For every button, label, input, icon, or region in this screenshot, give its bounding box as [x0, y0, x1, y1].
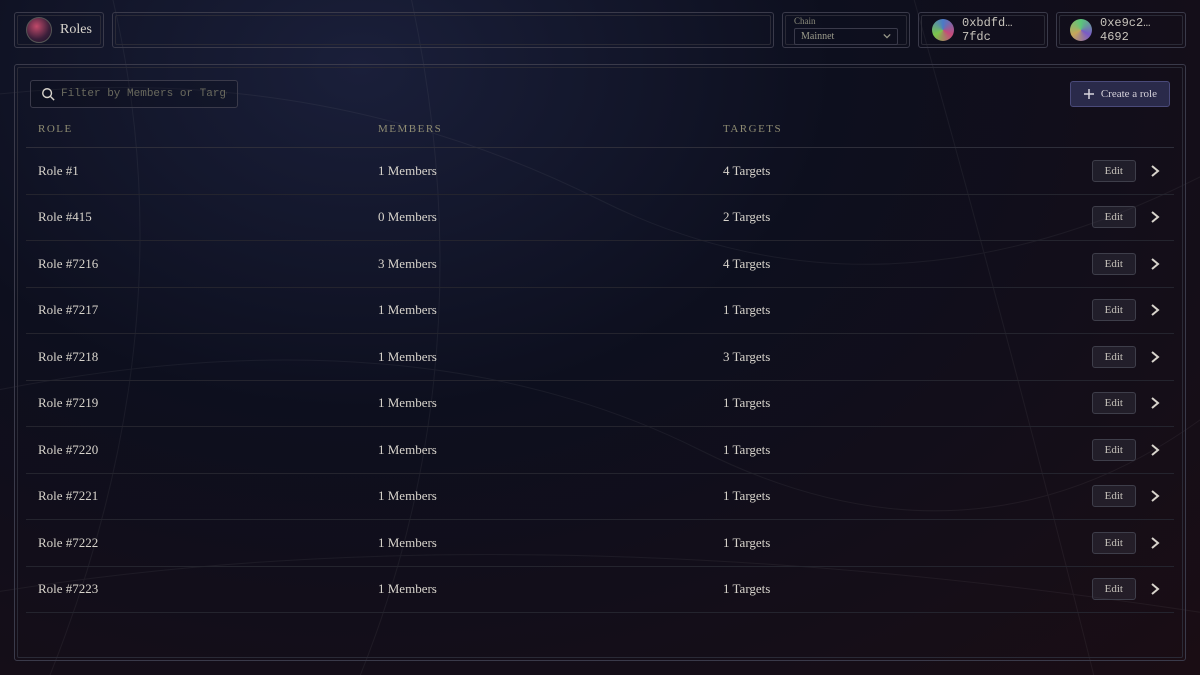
- cell-actions: Edit: [1042, 299, 1162, 321]
- search-icon: [41, 87, 55, 101]
- col-header-role: ROLE: [38, 123, 378, 135]
- cell-targets: 1 Targets: [723, 395, 1042, 411]
- cell-members: 3 Members: [378, 256, 723, 272]
- chevron-right-icon[interactable]: [1148, 210, 1162, 224]
- cell-members: 1 Members: [378, 488, 723, 504]
- cell-role: Role #1: [38, 163, 378, 179]
- app-badge[interactable]: Roles: [14, 12, 104, 48]
- cell-actions: Edit: [1042, 253, 1162, 275]
- chevron-right-icon[interactable]: [1148, 489, 1162, 503]
- cell-targets: 4 Targets: [723, 256, 1042, 272]
- cell-targets: 1 Targets: [723, 442, 1042, 458]
- edit-button[interactable]: Edit: [1092, 346, 1136, 368]
- edit-button[interactable]: Edit: [1092, 532, 1136, 554]
- chain-selector[interactable]: Chain Mainnet: [782, 12, 910, 48]
- edit-button[interactable]: Edit: [1092, 253, 1136, 275]
- identicon-icon: [1070, 19, 1092, 41]
- chevron-right-icon[interactable]: [1148, 536, 1162, 550]
- table-row[interactable]: Role #7217 1 Members 1 Targets Edit: [26, 288, 1174, 335]
- create-role-label: Create a role: [1101, 88, 1157, 100]
- cell-actions: Edit: [1042, 439, 1162, 461]
- create-role-button[interactable]: Create a role: [1070, 81, 1170, 107]
- table-row[interactable]: Role #7218 1 Members 3 Targets Edit: [26, 334, 1174, 381]
- filter-box[interactable]: [30, 80, 238, 108]
- cell-role: Role #7216: [38, 256, 378, 272]
- cell-targets: 1 Targets: [723, 535, 1042, 551]
- app-title: Roles: [60, 22, 92, 38]
- cell-members: 1 Members: [378, 349, 723, 365]
- cell-actions: Edit: [1042, 485, 1162, 507]
- table-row[interactable]: Role #1 1 Members 4 Targets Edit: [26, 148, 1174, 195]
- identicon-icon: [932, 19, 954, 41]
- cell-role: Role #7220: [38, 442, 378, 458]
- cell-actions: Edit: [1042, 160, 1162, 182]
- cell-members: 1 Members: [378, 302, 723, 318]
- address-short: 0xe9c2…4692: [1100, 16, 1172, 44]
- edit-button[interactable]: Edit: [1092, 485, 1136, 507]
- edit-button[interactable]: Edit: [1092, 392, 1136, 414]
- cell-role: Role #415: [38, 209, 378, 225]
- cell-role: Role #7222: [38, 535, 378, 551]
- chevron-right-icon[interactable]: [1148, 350, 1162, 364]
- cell-role: Role #7217: [38, 302, 378, 318]
- table-row[interactable]: Role #7219 1 Members 1 Targets Edit: [26, 381, 1174, 428]
- cell-actions: Edit: [1042, 206, 1162, 228]
- cell-members: 0 Members: [378, 209, 723, 225]
- address-box-2[interactable]: 0xe9c2…4692: [1056, 12, 1186, 48]
- main-panel: Create a role ROLE MEMBERS TARGETS Role …: [14, 64, 1186, 661]
- cell-members: 1 Members: [378, 442, 723, 458]
- col-header-members: MEMBERS: [378, 123, 723, 135]
- address-box-1[interactable]: 0xbdfd…7fdc: [918, 12, 1048, 48]
- chevron-down-icon: [883, 32, 891, 40]
- cell-role: Role #7223: [38, 581, 378, 597]
- chevron-right-icon[interactable]: [1148, 303, 1162, 317]
- cell-targets: 1 Targets: [723, 488, 1042, 504]
- table-row[interactable]: Role #7220 1 Members 1 Targets Edit: [26, 427, 1174, 474]
- edit-button[interactable]: Edit: [1092, 439, 1136, 461]
- cell-actions: Edit: [1042, 346, 1162, 368]
- table-row[interactable]: Role #7216 3 Members 4 Targets Edit: [26, 241, 1174, 288]
- chain-selected-value: Mainnet: [801, 31, 834, 42]
- table-row[interactable]: Role #7222 1 Members 1 Targets Edit: [26, 520, 1174, 567]
- plus-icon: [1083, 88, 1095, 100]
- cell-targets: 3 Targets: [723, 349, 1042, 365]
- cell-members: 1 Members: [378, 581, 723, 597]
- cell-members: 1 Members: [378, 535, 723, 551]
- cell-actions: Edit: [1042, 578, 1162, 600]
- cell-members: 1 Members: [378, 163, 723, 179]
- edit-button[interactable]: Edit: [1092, 160, 1136, 182]
- cell-role: Role #7219: [38, 395, 378, 411]
- chain-label: Chain: [794, 16, 898, 26]
- cell-actions: Edit: [1042, 392, 1162, 414]
- table-row[interactable]: Role #415 0 Members 2 Targets Edit: [26, 195, 1174, 242]
- cell-targets: 2 Targets: [723, 209, 1042, 225]
- chevron-right-icon[interactable]: [1148, 164, 1162, 178]
- table-header: ROLE MEMBERS TARGETS: [26, 120, 1174, 148]
- roles-table: ROLE MEMBERS TARGETS Role #1 1 Members 4…: [26, 120, 1174, 645]
- edit-button[interactable]: Edit: [1092, 206, 1136, 228]
- chevron-right-icon[interactable]: [1148, 396, 1162, 410]
- table-row[interactable]: Role #7223 1 Members 1 Targets Edit: [26, 567, 1174, 614]
- chain-dropdown[interactable]: Mainnet: [794, 28, 898, 45]
- app-logo-icon: [26, 17, 52, 43]
- cell-role: Role #7218: [38, 349, 378, 365]
- cell-role: Role #7221: [38, 488, 378, 504]
- top-search-panel[interactable]: [112, 12, 774, 48]
- table-row[interactable]: Role #7221 1 Members 1 Targets Edit: [26, 474, 1174, 521]
- cell-actions: Edit: [1042, 532, 1162, 554]
- topbar: Roles Chain Mainnet 0xbdfd…7fdc 0xe9c2…4…: [0, 0, 1200, 60]
- toolbar: Create a role: [26, 80, 1174, 120]
- chevron-right-icon[interactable]: [1148, 582, 1162, 596]
- cell-members: 1 Members: [378, 395, 723, 411]
- col-header-targets: TARGETS: [723, 123, 1042, 135]
- cell-targets: 4 Targets: [723, 163, 1042, 179]
- cell-targets: 1 Targets: [723, 302, 1042, 318]
- chevron-right-icon[interactable]: [1148, 443, 1162, 457]
- edit-button[interactable]: Edit: [1092, 578, 1136, 600]
- address-short: 0xbdfd…7fdc: [962, 16, 1034, 44]
- filter-input[interactable]: [61, 88, 227, 100]
- cell-targets: 1 Targets: [723, 581, 1042, 597]
- edit-button[interactable]: Edit: [1092, 299, 1136, 321]
- chevron-right-icon[interactable]: [1148, 257, 1162, 271]
